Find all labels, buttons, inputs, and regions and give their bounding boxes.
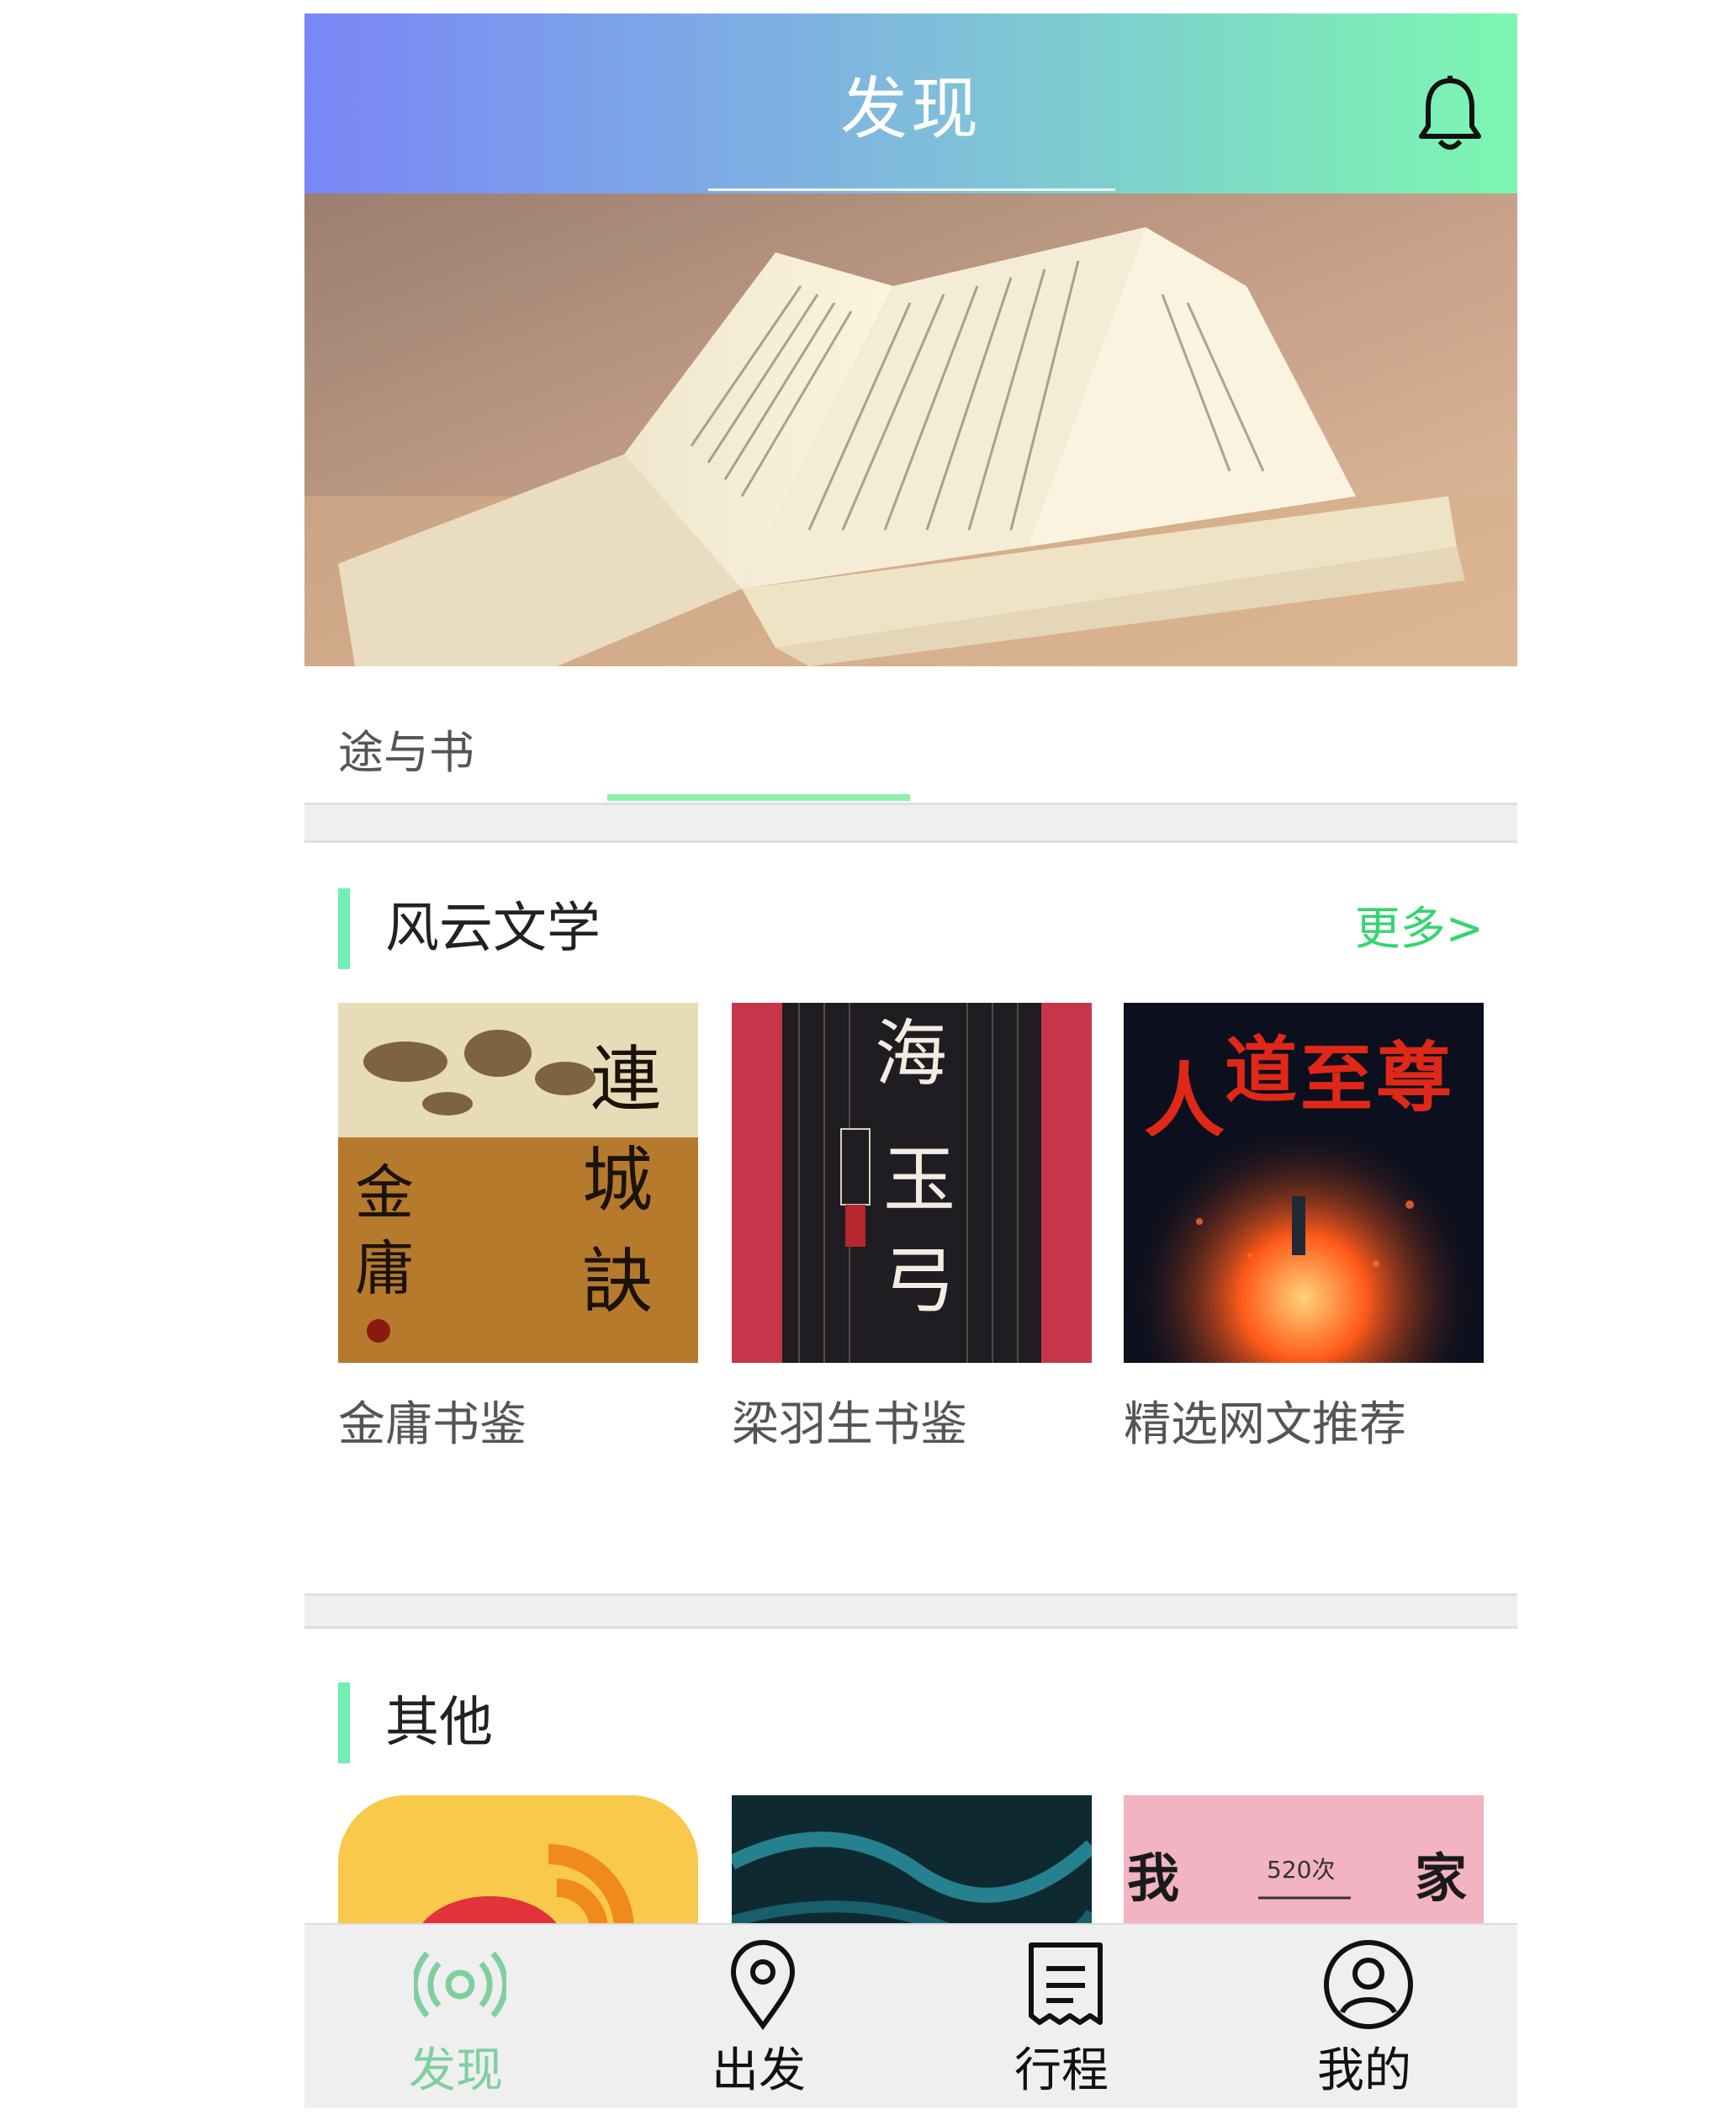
phone-screen: 发现 途与书 风云文学 更多> 連 城 訣 金 庸 金庸书鉴 海 玉 弓 梁羽生… xyxy=(304,13,1517,2108)
section-title-fengyun: 风云文学 xyxy=(385,898,601,960)
bell-icon[interactable] xyxy=(1416,74,1484,158)
svg-text:庸: 庸 xyxy=(355,1234,414,1303)
book-cover-jinyong: 連 城 訣 金 庸 xyxy=(338,1003,698,1363)
book-card-wangwen[interactable]: 人 道 至 尊 精选网文推荐 xyxy=(1124,1003,1484,1474)
header-underline xyxy=(708,188,1115,191)
tab-indicator xyxy=(607,794,910,801)
svg-text:我: 我 xyxy=(1127,1847,1179,1909)
receipt-icon xyxy=(1029,1942,1103,2025)
svg-text:家: 家 xyxy=(1415,1847,1467,1909)
svg-text:海: 海 xyxy=(875,1012,947,1096)
tab-xingcheng[interactable]: 行程 xyxy=(910,1925,1213,2108)
svg-text:連: 連 xyxy=(590,1038,661,1121)
book-card-liangyusheng[interactable]: 海 玉 弓 梁羽生书鉴 xyxy=(732,1003,1092,1474)
location-pin-icon xyxy=(730,1940,796,2031)
banner-image[interactable] xyxy=(304,193,1517,666)
bottom-tab-bar: 发现 出发 行程 我的 xyxy=(304,1923,1517,2108)
svg-text:金: 金 xyxy=(355,1158,414,1227)
section-accent-bar xyxy=(338,1683,350,1763)
svg-text:人: 人 xyxy=(1144,1053,1225,1148)
tab-tu-yu-shu[interactable]: 途与书 xyxy=(338,715,474,782)
radio-wave-icon xyxy=(414,1951,506,2018)
svg-text:玉: 玉 xyxy=(883,1138,955,1222)
section-divider xyxy=(304,803,1517,843)
svg-text:道: 道 xyxy=(1225,1028,1297,1113)
book-cover-wangwen: 人 道 至 尊 xyxy=(1124,1003,1484,1363)
book-label: 精选网文推荐 xyxy=(1124,1397,1406,1452)
svg-text:城: 城 xyxy=(582,1139,653,1222)
section-title-other: 其他 xyxy=(385,1692,493,1754)
more-link[interactable]: 更多> xyxy=(1355,895,1484,962)
book-label: 金庸书鉴 xyxy=(338,1397,527,1452)
svg-text:訣: 訣 xyxy=(582,1240,653,1322)
svg-text:弓: 弓 xyxy=(883,1239,955,1323)
user-icon xyxy=(1324,1940,1413,2029)
open-book-image xyxy=(304,193,1517,666)
page-title: 发现 xyxy=(840,70,982,148)
section-divider xyxy=(304,1593,1517,1629)
tab-label: 行程 xyxy=(1014,2043,1109,2098)
book-card-jinyong[interactable]: 連 城 訣 金 庸 金庸书鉴 xyxy=(338,1003,698,1474)
category-tabs: 途与书 xyxy=(304,666,1517,816)
section-accent-bar xyxy=(338,888,350,969)
tab-label: 出发 xyxy=(712,2043,806,2098)
tab-chufa[interactable]: 出发 xyxy=(607,1925,910,2108)
svg-text:尊: 尊 xyxy=(1376,1033,1452,1122)
svg-text:至: 至 xyxy=(1300,1036,1373,1121)
tab-label: 发现 xyxy=(409,2043,503,2098)
tab-wode[interactable]: 我的 xyxy=(1213,1925,1516,2108)
book-cover-liangyusheng: 海 玉 弓 xyxy=(732,1003,1092,1363)
svg-text:520次: 520次 xyxy=(1267,1856,1335,1884)
book-label: 梁羽生书鉴 xyxy=(732,1397,967,1452)
tab-label: 我的 xyxy=(1317,2043,1411,2098)
top-header: 发现 xyxy=(304,13,1517,193)
tab-faxian[interactable]: 发现 xyxy=(304,1925,607,2108)
